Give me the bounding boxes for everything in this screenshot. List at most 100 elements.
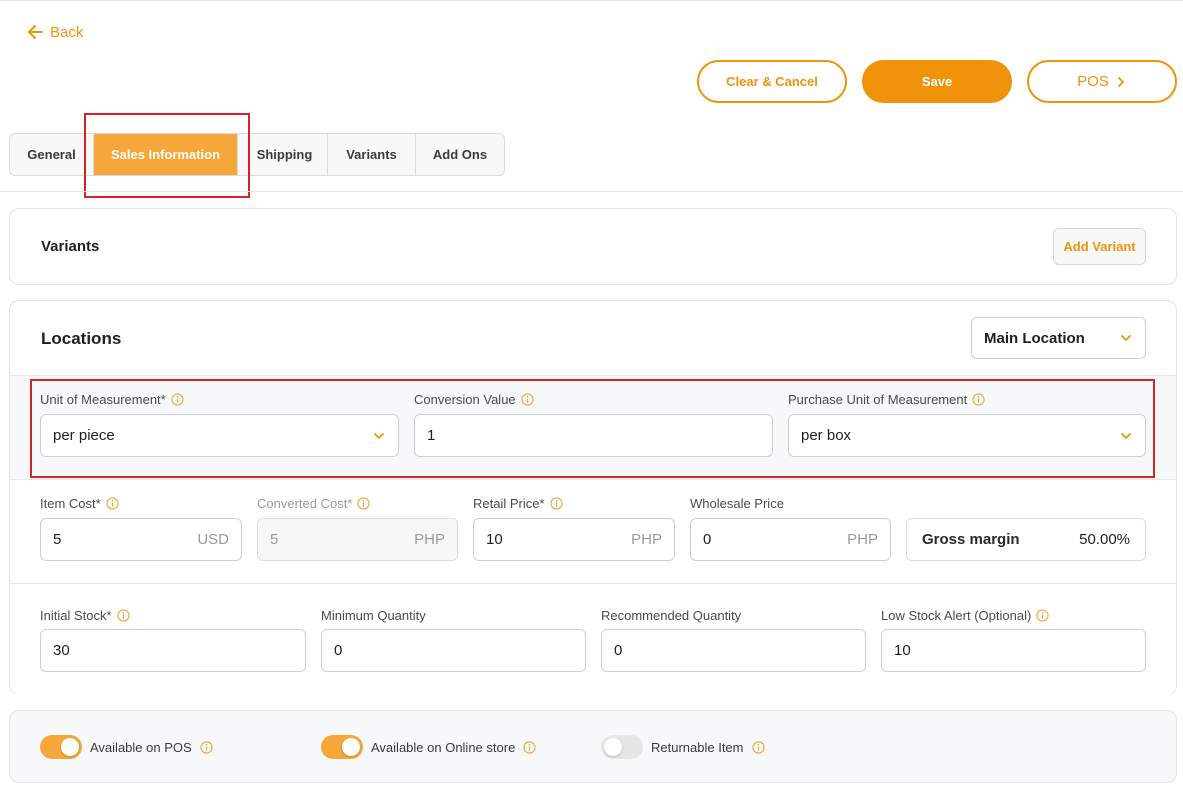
gross-margin-label: Gross margin [922,531,1020,548]
location-select-value: Main Location [984,329,1085,347]
back-label: Back [50,23,84,41]
purchase-unit-label: Purchase Unit of Measurement [788,392,985,407]
initial-stock-input[interactable]: 30 [40,629,306,672]
conversion-value: 1 [427,427,436,444]
available-on-pos-toggle[interactable] [40,735,82,759]
recommended-quantity-label: Recommended Quantity [601,608,741,623]
unit-label-text: Unit of Measurement* [40,392,166,407]
tab-variants[interactable]: Variants [328,134,416,175]
converted-cost-value: 5 [270,531,279,548]
item-cost-input[interactable]: 5 USD [40,518,242,561]
wholesale-price-label-text: Wholesale Price [690,496,784,511]
info-icon [117,609,130,622]
converted-cost-label: Converted Cost* [257,496,370,511]
minimum-quantity-input[interactable]: 0 [321,629,586,672]
chevron-down-icon [1119,429,1133,443]
tab-general[interactable]: General [10,134,94,175]
info-icon [521,393,534,406]
pricing-section: Item Cost* 5 USD Converted Cost* 5 PHP R… [10,479,1176,583]
currency-unit: USD [197,531,229,548]
wholesale-price-value: 0 [703,531,712,548]
initial-stock-label-text: Initial Stock* [40,608,112,623]
measurement-section: Unit of Measurement* per piece Conversio… [10,375,1176,479]
availability-card: Available on POS Available on Online sto… [9,710,1177,783]
min-qty-label-text: Minimum Quantity [321,608,426,623]
chevron-down-icon [1119,331,1133,345]
currency-unit: PHP [631,531,662,548]
retail-price-value: 10 [486,531,503,548]
wholesale-price-input[interactable]: 0 PHP [690,518,891,561]
chevron-right-icon [1117,76,1124,87]
location-select[interactable]: Main Location [971,317,1146,359]
locations-card: Locations Main Location Unit of Measurem… [9,300,1177,695]
chevron-down-icon [372,429,386,443]
available-online-toggle[interactable] [321,735,363,759]
low-stock-alert-input[interactable]: 10 [881,629,1146,672]
pos-label: POS [1077,73,1109,90]
tabs-divider [0,191,1183,192]
min-qty-value: 0 [334,642,343,659]
purchase-unit-select[interactable]: per box [788,414,1146,457]
converted-cost-input: 5 PHP [257,518,458,561]
unit-of-measurement-select[interactable]: per piece [40,414,399,457]
stock-section: Initial Stock* 30 Minimum Quantity 0 Rec… [10,583,1176,695]
pos-button[interactable]: POS [1027,60,1177,103]
clear-cancel-button[interactable]: Clear & Cancel [697,60,847,103]
available-online-label: Available on Online store [371,739,516,755]
item-cost-value: 5 [53,531,62,548]
converted-cost-label-text: Converted Cost* [257,496,353,511]
recommended-quantity-input[interactable]: 0 [601,629,866,672]
variants-card: Variants Add Variant [9,208,1177,285]
locations-title: Locations [41,329,122,348]
info-icon [972,393,985,406]
info-icon [523,741,536,754]
rec-qty-value: 0 [614,642,623,659]
retail-price-input[interactable]: 10 PHP [473,518,675,561]
low-stock-value: 10 [894,642,911,659]
conversion-label-text: Conversion Value [414,392,516,407]
purchase-unit-value: per box [801,427,852,444]
returnable-item-label: Returnable Item [651,739,744,755]
save-button[interactable]: Save [862,60,1012,103]
retail-price-label: Retail Price* [473,496,563,511]
currency-unit: PHP [414,531,445,548]
gross-margin-value: 50.00% [1079,531,1130,548]
rec-qty-label-text: Recommended Quantity [601,608,742,623]
arrow-left-icon [28,25,43,39]
low-stock-label-text: Low Stock Alert (Optional) [881,608,1032,623]
tab-sales-information[interactable]: Sales Information [94,134,238,175]
initial-stock-label: Initial Stock* [40,608,130,623]
info-icon [171,393,184,406]
currency-unit: PHP [847,531,878,548]
available-on-pos-label: Available on POS [90,739,192,755]
unit-of-measurement-label: Unit of Measurement* [40,392,184,407]
conversion-value-input[interactable]: 1 [414,414,773,457]
minimum-quantity-label: Minimum Quantity [321,608,426,623]
retail-price-label-text: Retail Price* [473,496,545,511]
returnable-item-toggle[interactable] [601,735,643,759]
item-cost-label-text: Item Cost* [40,496,101,511]
back-link[interactable]: Back [26,23,83,41]
purchase-unit-label-text: Purchase Unit of Measurement [788,392,968,407]
toggle-knob [604,738,622,756]
info-icon [106,497,119,510]
info-icon [200,741,213,754]
add-variant-button[interactable]: Add Variant [1053,228,1146,265]
low-stock-alert-label: Low Stock Alert (Optional) [881,608,1049,623]
toggle-knob [61,738,79,756]
gross-margin-box: Gross margin 50.00% [906,518,1146,561]
available-online-row: Available on Online store [321,735,536,759]
variants-title: Variants [41,238,100,255]
unit-value: per piece [53,427,115,444]
tab-add-ons[interactable]: Add Ons [416,134,504,175]
info-icon [357,497,370,510]
info-icon [752,741,765,754]
item-cost-label: Item Cost* [40,496,119,511]
tab-bar: General Sales Information Shipping Varia… [9,133,505,176]
info-icon [550,497,563,510]
available-on-pos-row: Available on POS [40,735,213,759]
conversion-value-label: Conversion Value [414,392,534,407]
tab-shipping[interactable]: Shipping [242,134,328,175]
initial-stock-value: 30 [53,642,70,659]
returnable-item-row: Returnable Item [601,735,765,759]
